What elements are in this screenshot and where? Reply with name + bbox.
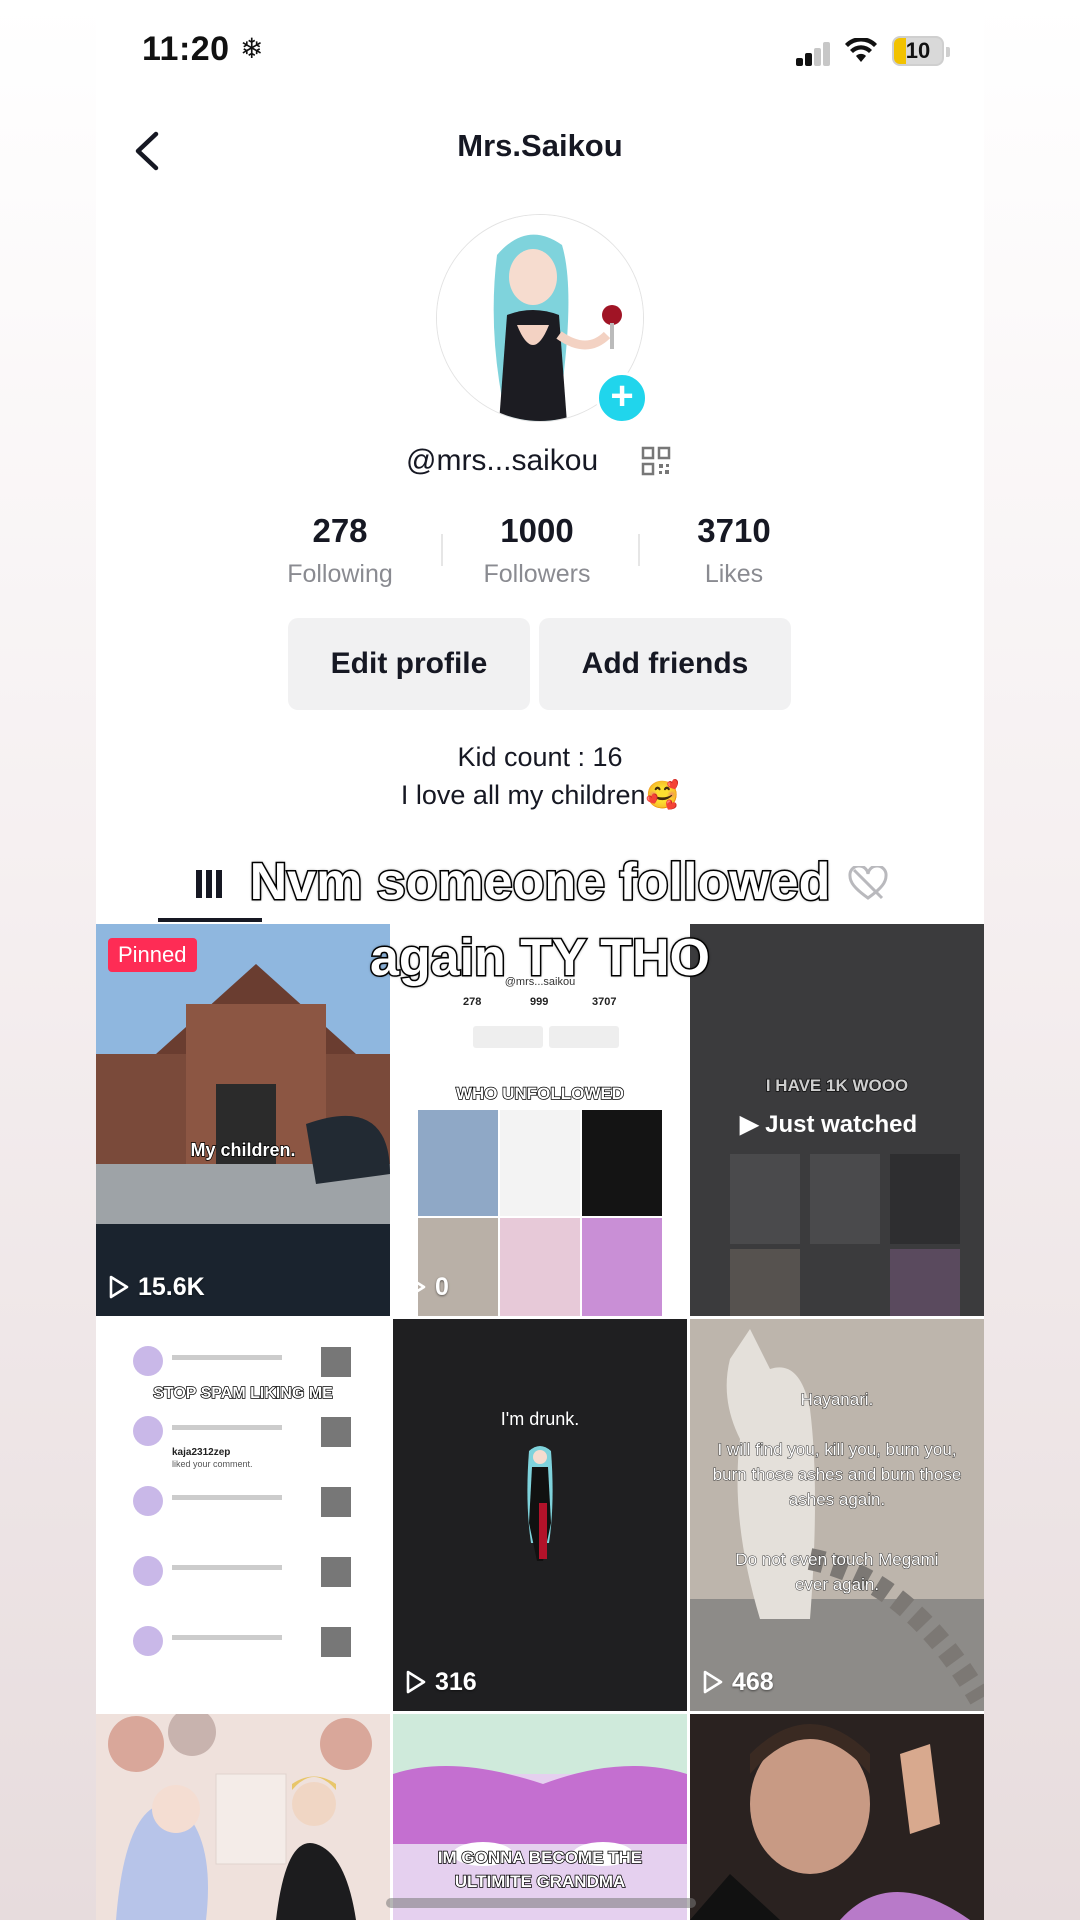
just-watched-text: Just watched xyxy=(765,1111,918,1138)
view-count-value: 0 xyxy=(435,1273,449,1301)
battery-icon: 10 xyxy=(892,36,950,66)
video-caption: I'm drunk. xyxy=(500,1409,580,1429)
stat-divider xyxy=(441,534,443,566)
video-thumbnail[interactable]: IM GONNA BECOME THE ULTIMITE GRANDMA xyxy=(393,1714,687,1920)
caption-title: Hayanari. xyxy=(800,1390,874,1410)
thumbnail-image xyxy=(96,1714,390,1920)
video-thumbnail[interactable]: I'm drunk. 316 xyxy=(393,1319,687,1711)
overlay-caption-line: again TY THO xyxy=(369,928,712,989)
play-icon xyxy=(406,1275,426,1299)
view-count: 15.6K xyxy=(108,1273,205,1302)
status-time: 11:20 xyxy=(142,30,230,68)
stat-divider xyxy=(638,534,640,566)
home-indicator[interactable] xyxy=(386,1898,696,1908)
page-title: Mrs.Saikou xyxy=(457,128,623,163)
thumbnail-image xyxy=(690,1714,984,1920)
screen: 11:20 ❄ 10 Mrs.Saikou + @mrs...saikou 27… xyxy=(96,0,984,1920)
profile-handle: @mrs...saikou xyxy=(406,444,599,477)
video-caption: IM GONNA BECOME THE ULTIMITE GRANDMA xyxy=(437,1847,643,1892)
view-count: 468 xyxy=(702,1668,774,1697)
mini-stat: 3707 xyxy=(592,996,617,1008)
view-count-value: 468 xyxy=(732,1668,774,1696)
character-illustration xyxy=(527,1446,553,1561)
view-count-value: 316 xyxy=(435,1668,477,1696)
following-count: 278 xyxy=(312,512,368,549)
video-caption: My children. xyxy=(190,1139,297,1161)
comment-text: liked your comment. xyxy=(172,1459,253,1469)
video-grid: Pinned My children. 15.6K @mrs...saikou … xyxy=(96,924,984,1920)
video-caption: I HAVE 1K WOOO xyxy=(765,1075,909,1096)
mini-edit-button xyxy=(473,1026,543,1048)
followers-label: Followers xyxy=(483,560,591,588)
commenter-name: kaja2312zep xyxy=(172,1447,231,1458)
mini-stat: 278 xyxy=(463,996,482,1008)
wifi-icon xyxy=(845,38,877,62)
snowflake-icon: ❄ xyxy=(240,33,264,64)
view-count-value: 15.6K xyxy=(138,1273,205,1301)
caption-body: I will find you, kill you, burn you, bur… xyxy=(712,1440,962,1510)
thumbnail-image xyxy=(96,1319,390,1711)
edit-profile-button[interactable]: Edit profile xyxy=(288,618,530,710)
stat-following[interactable]: 278 Following xyxy=(242,512,438,589)
video-thumbnail[interactable]: Hayanari. I will find you, kill you, bur… xyxy=(690,1319,984,1711)
caption-end: Do not even touch Megami ever again. xyxy=(735,1550,939,1595)
thumbnail-image xyxy=(690,1319,984,1711)
bio-line: Kid count : 16 xyxy=(457,742,623,772)
status-bar: 11:20 ❄ 10 xyxy=(96,0,984,100)
active-tab-indicator xyxy=(158,918,262,922)
just-watched-label: ▶ Just watched xyxy=(740,1111,918,1138)
play-icon xyxy=(406,1670,426,1694)
qr-code-icon[interactable] xyxy=(641,446,671,476)
video-thumbnail[interactable] xyxy=(96,1714,390,1920)
following-label: Following xyxy=(287,560,393,588)
battery-level: 10 xyxy=(905,38,931,63)
likes-label: Likes xyxy=(704,560,764,588)
mini-grid-image xyxy=(418,1110,662,1316)
bio-line: I love all my children🥰 xyxy=(400,780,680,810)
cellular-signal-icon xyxy=(796,42,832,66)
video-thumbnail[interactable] xyxy=(690,1714,984,1920)
add-friends-button[interactable]: Add friends xyxy=(539,618,791,710)
profile-stats: 278 Following 1000 Followers 3710 Likes xyxy=(246,512,836,592)
video-caption: STOP SPAM LIKING ME xyxy=(152,1384,333,1403)
followers-count: 1000 xyxy=(500,512,574,549)
profile-bio: Kid count : 16 I love all my children🥰 xyxy=(96,738,984,814)
mini-stat: 999 xyxy=(530,996,549,1008)
follow-plus-button[interactable]: + xyxy=(596,372,648,424)
play-icon xyxy=(109,1275,129,1299)
view-count: 0 xyxy=(405,1273,449,1302)
likes-count: 3710 xyxy=(697,512,771,549)
video-thumbnail[interactable]: kaja2312zep liked your comment. STOP SPA… xyxy=(96,1319,390,1711)
overlay-caption-line: Nvm someone followed xyxy=(248,852,832,913)
view-count: 316 xyxy=(405,1668,477,1697)
play-icon xyxy=(703,1670,723,1694)
video-caption: WHO UNFOLLOWED xyxy=(455,1083,625,1104)
stat-likes[interactable]: 3710 Likes xyxy=(636,512,832,589)
mini-add-button xyxy=(549,1026,619,1048)
stat-followers[interactable]: 1000 Followers xyxy=(439,512,635,589)
